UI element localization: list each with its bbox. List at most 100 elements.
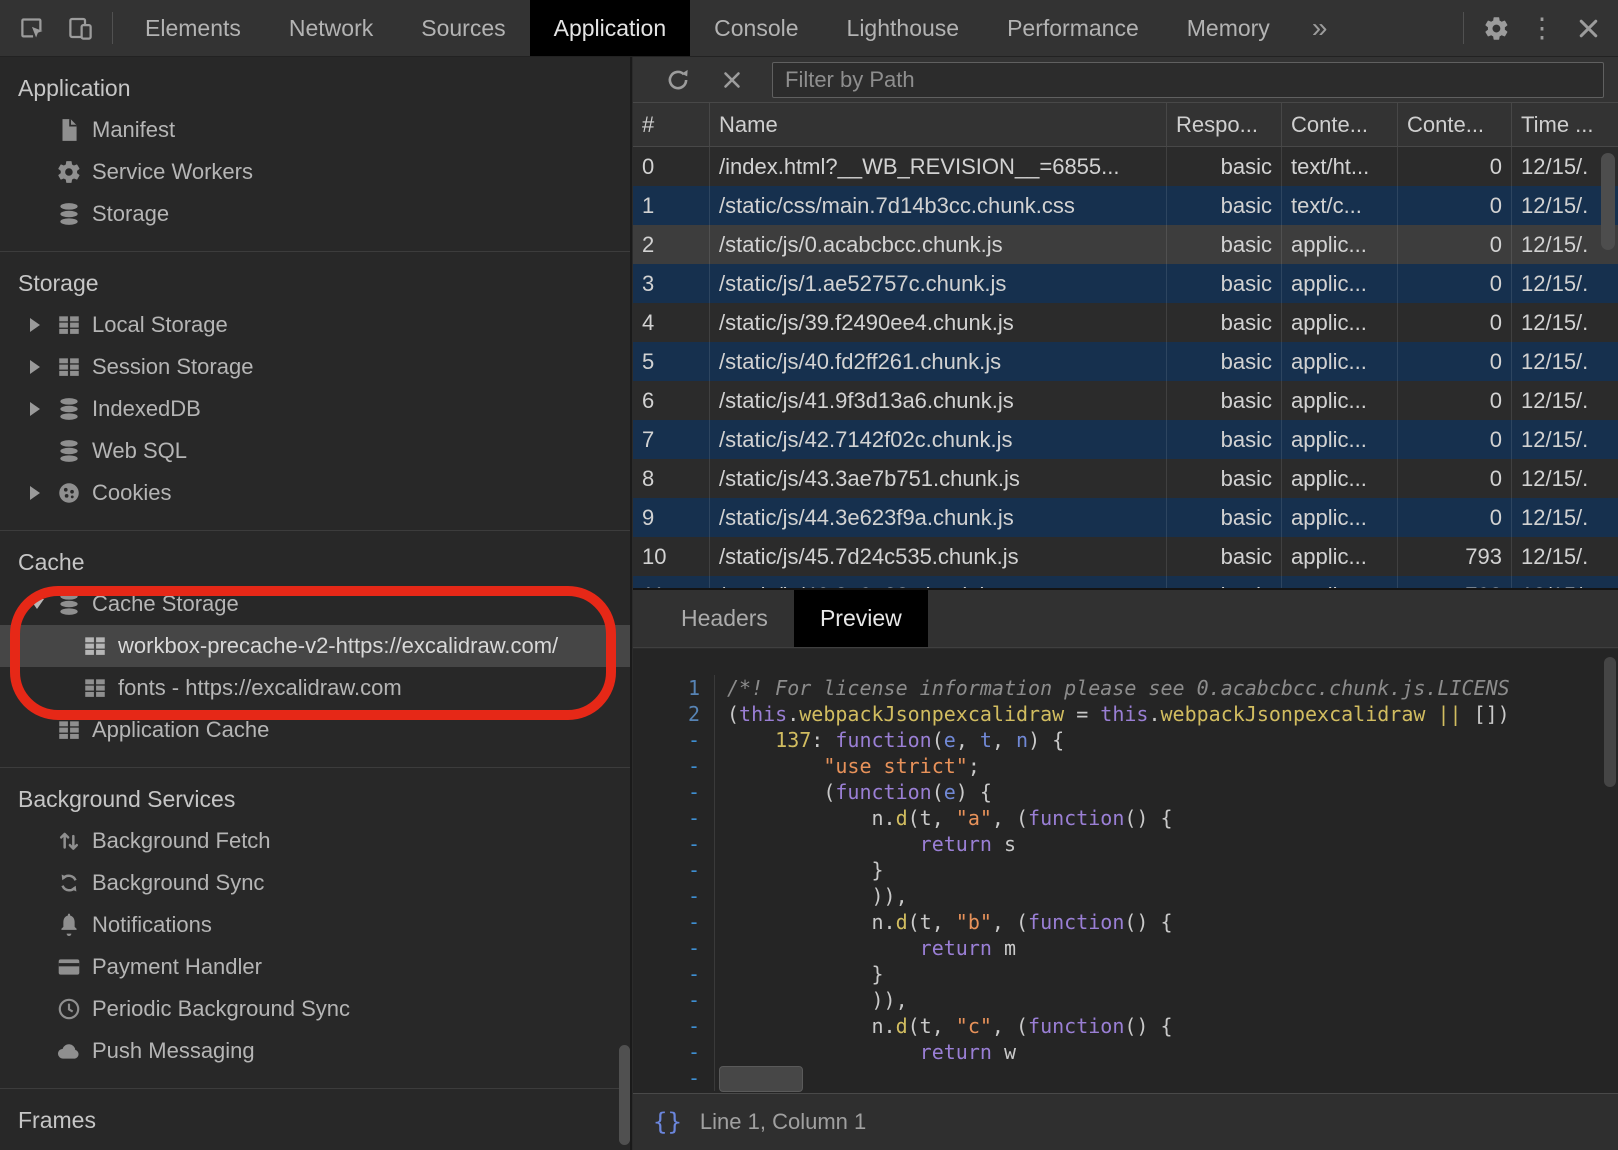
code-line[interactable]: - )), bbox=[633, 883, 1618, 909]
column-header[interactable]: Conte... bbox=[1282, 103, 1398, 146]
tab-console[interactable]: Console bbox=[690, 0, 822, 56]
preview-tab-headers[interactable]: Headers bbox=[655, 590, 794, 647]
cell-n: 1 bbox=[633, 186, 710, 225]
cell-time: 12/15/. bbox=[1512, 342, 1618, 381]
table-row[interactable]: 6/static/js/41.9f3d13a6.chunk.jsbasicapp… bbox=[633, 381, 1618, 420]
menu-icon[interactable]: ⋮ bbox=[1520, 0, 1564, 56]
tab-elements[interactable]: Elements bbox=[121, 0, 265, 56]
code-line[interactable]: - (function(e) { bbox=[633, 779, 1618, 805]
cell-ctype: applic... bbox=[1282, 225, 1398, 264]
line-number: - bbox=[633, 961, 715, 987]
sidebar-item-session-storage[interactable]: Session Storage bbox=[0, 346, 630, 388]
cell-ctype: applic... bbox=[1282, 459, 1398, 498]
code-line[interactable]: 2(this.webpackJsonpexcalidraw = this.web… bbox=[633, 701, 1618, 727]
settings-icon[interactable] bbox=[1472, 0, 1520, 56]
chevron-right-icon[interactable] bbox=[30, 402, 56, 416]
cell-name: /static/js/44.3e623f9a.chunk.js bbox=[710, 498, 1167, 537]
sidebar-item-indexeddb[interactable]: IndexedDB bbox=[0, 388, 630, 430]
cell-ctype: applic... bbox=[1282, 381, 1398, 420]
device-toolbar-icon[interactable] bbox=[56, 0, 104, 56]
column-header[interactable]: Conte... bbox=[1398, 103, 1512, 146]
code-line[interactable]: - n.d(t, "a", (function() { bbox=[633, 805, 1618, 831]
table-row[interactable]: 10/static/js/45.7d24c535.chunk.jsbasicap… bbox=[633, 537, 1618, 576]
sidebar-item-push-messaging[interactable]: Push Messaging bbox=[0, 1030, 630, 1072]
close-icon[interactable] bbox=[1564, 0, 1612, 56]
code-vertical-scrollbar[interactable] bbox=[1604, 657, 1616, 787]
column-header[interactable]: # bbox=[633, 103, 710, 146]
chevron-right-icon[interactable] bbox=[30, 360, 56, 374]
sidebar-item-local-storage[interactable]: Local Storage bbox=[0, 304, 630, 346]
sidebar-item-storage[interactable]: Storage bbox=[0, 193, 630, 235]
code-line[interactable]: - } bbox=[633, 857, 1618, 883]
sidebar-item-cache-storage[interactable]: Cache Storage bbox=[0, 583, 630, 625]
code-line[interactable]: - 137: function(e, t, n) { bbox=[633, 727, 1618, 753]
filter-by-path-input[interactable] bbox=[772, 62, 1604, 98]
cell-clen: 0 bbox=[1398, 303, 1512, 342]
sidebar-item-label: Cache Storage bbox=[92, 591, 239, 617]
sidebar-item-cookies[interactable]: Cookies bbox=[0, 472, 630, 514]
chevron-right-icon[interactable] bbox=[30, 318, 56, 332]
code-line[interactable]: - )), bbox=[633, 987, 1618, 1013]
table-scrollbar[interactable] bbox=[1601, 153, 1615, 250]
tab-sources[interactable]: Sources bbox=[397, 0, 529, 56]
inspect-icon[interactable] bbox=[8, 0, 56, 56]
sidebar-item-fonts-https-excalidraw-com[interactable]: fonts - https://excalidraw.com bbox=[0, 667, 630, 709]
chevron-right-icon[interactable] bbox=[30, 486, 56, 500]
refresh-icon[interactable] bbox=[663, 65, 693, 95]
sidebar-scrollbar[interactable] bbox=[619, 1045, 630, 1145]
code-line[interactable]: - } bbox=[633, 961, 1618, 987]
table-row[interactable]: 8/static/js/43.3ae7b751.chunk.jsbasicapp… bbox=[633, 459, 1618, 498]
table-row[interactable]: 7/static/js/42.7142f02c.chunk.jsbasicapp… bbox=[633, 420, 1618, 459]
clear-icon[interactable] bbox=[717, 65, 747, 95]
column-header[interactable]: Respo... bbox=[1167, 103, 1282, 146]
table-row[interactable]: 2/static/js/0.acabcbcc.chunk.jsbasicappl… bbox=[633, 225, 1618, 264]
code-line[interactable]: - "use strict"; bbox=[633, 753, 1618, 779]
table-row[interactable]: 5/static/js/40.fd2ff261.chunk.jsbasicapp… bbox=[633, 342, 1618, 381]
sidebar-item-notifications[interactable]: Notifications bbox=[0, 904, 630, 946]
code-line[interactable]: 1/*! For license information please see … bbox=[633, 675, 1618, 701]
sidebar-item-background-sync[interactable]: Background Sync bbox=[0, 862, 630, 904]
sidebar-item-workbox-precache-v2-https-excalidraw-com[interactable]: workbox-precache-v2-https://excalidraw.c… bbox=[0, 625, 630, 667]
code-text: n.d(t, "b", (function() { bbox=[715, 909, 1173, 935]
chevron-down-icon[interactable] bbox=[30, 599, 56, 609]
table-row[interactable]: 4/static/js/39.f2490ee4.chunk.jsbasicapp… bbox=[633, 303, 1618, 342]
sidebar-item-service-workers[interactable]: Service Workers bbox=[0, 151, 630, 193]
table-row[interactable]: 3/static/js/1.ae52757c.chunk.jsbasicappl… bbox=[633, 264, 1618, 303]
column-header[interactable]: Name bbox=[710, 103, 1167, 146]
panel-tabs: ElementsNetworkSourcesApplicationConsole… bbox=[121, 0, 1294, 56]
clock-icon bbox=[56, 996, 82, 1022]
preview-tab-strip: HeadersPreview bbox=[633, 590, 1618, 648]
code-line[interactable]: - n.d(t, "b", (function() { bbox=[633, 909, 1618, 935]
sidebar-item-label: Cookies bbox=[92, 480, 171, 506]
tab-application[interactable]: Application bbox=[530, 0, 691, 56]
column-header[interactable]: Time ... bbox=[1512, 103, 1618, 146]
cell-name: /static/js/40.fd2ff261.chunk.js bbox=[710, 342, 1167, 381]
code-line[interactable]: - return m bbox=[633, 935, 1618, 961]
cell-n: 9 bbox=[633, 498, 710, 537]
sidebar-item-manifest[interactable]: Manifest bbox=[0, 109, 630, 151]
sidebar-item-periodic-background-sync[interactable]: Periodic Background Sync bbox=[0, 988, 630, 1030]
sidebar-item-web-sql[interactable]: Web SQL bbox=[0, 430, 630, 472]
more-tabs-icon[interactable]: » bbox=[1294, 0, 1346, 56]
table-row[interactable]: 0/index.html?__WB_REVISION__=6855...basi… bbox=[633, 147, 1618, 186]
table-row[interactable]: 1/static/css/main.7d14b3cc.chunk.cssbasi… bbox=[633, 186, 1618, 225]
table-row[interactable]: 11/static/js/46.3e9e23.chunk.jsbasicappl… bbox=[633, 576, 1618, 588]
sidebar-item-payment-handler[interactable]: Payment Handler bbox=[0, 946, 630, 988]
code-line[interactable]: - return s bbox=[633, 831, 1618, 857]
cell-name: /index.html?__WB_REVISION__=6855... bbox=[710, 147, 1167, 186]
sidebar-item-label: Notifications bbox=[92, 912, 212, 938]
tab-lighthouse[interactable]: Lighthouse bbox=[823, 0, 984, 56]
code-horizontal-scrollbar[interactable] bbox=[719, 1066, 803, 1092]
tab-performance[interactable]: Performance bbox=[983, 0, 1163, 56]
preview-tab-preview[interactable]: Preview bbox=[794, 590, 928, 647]
updown-icon bbox=[56, 828, 82, 854]
code-line[interactable]: - return w bbox=[633, 1039, 1618, 1065]
table-row[interactable]: 9/static/js/44.3e623f9a.chunk.jsbasicapp… bbox=[633, 498, 1618, 537]
devtools-window: ElementsNetworkSourcesApplicationConsole… bbox=[0, 0, 1618, 1150]
tab-network[interactable]: Network bbox=[265, 0, 397, 56]
sidebar-item-application-cache[interactable]: Application Cache bbox=[0, 709, 630, 751]
code-line[interactable]: - n.d(t, "c", (function() { bbox=[633, 1013, 1618, 1039]
tab-memory[interactable]: Memory bbox=[1163, 0, 1294, 56]
sidebar-item-background-fetch[interactable]: Background Fetch bbox=[0, 820, 630, 862]
format-braces-icon[interactable]: {} bbox=[653, 1108, 682, 1136]
